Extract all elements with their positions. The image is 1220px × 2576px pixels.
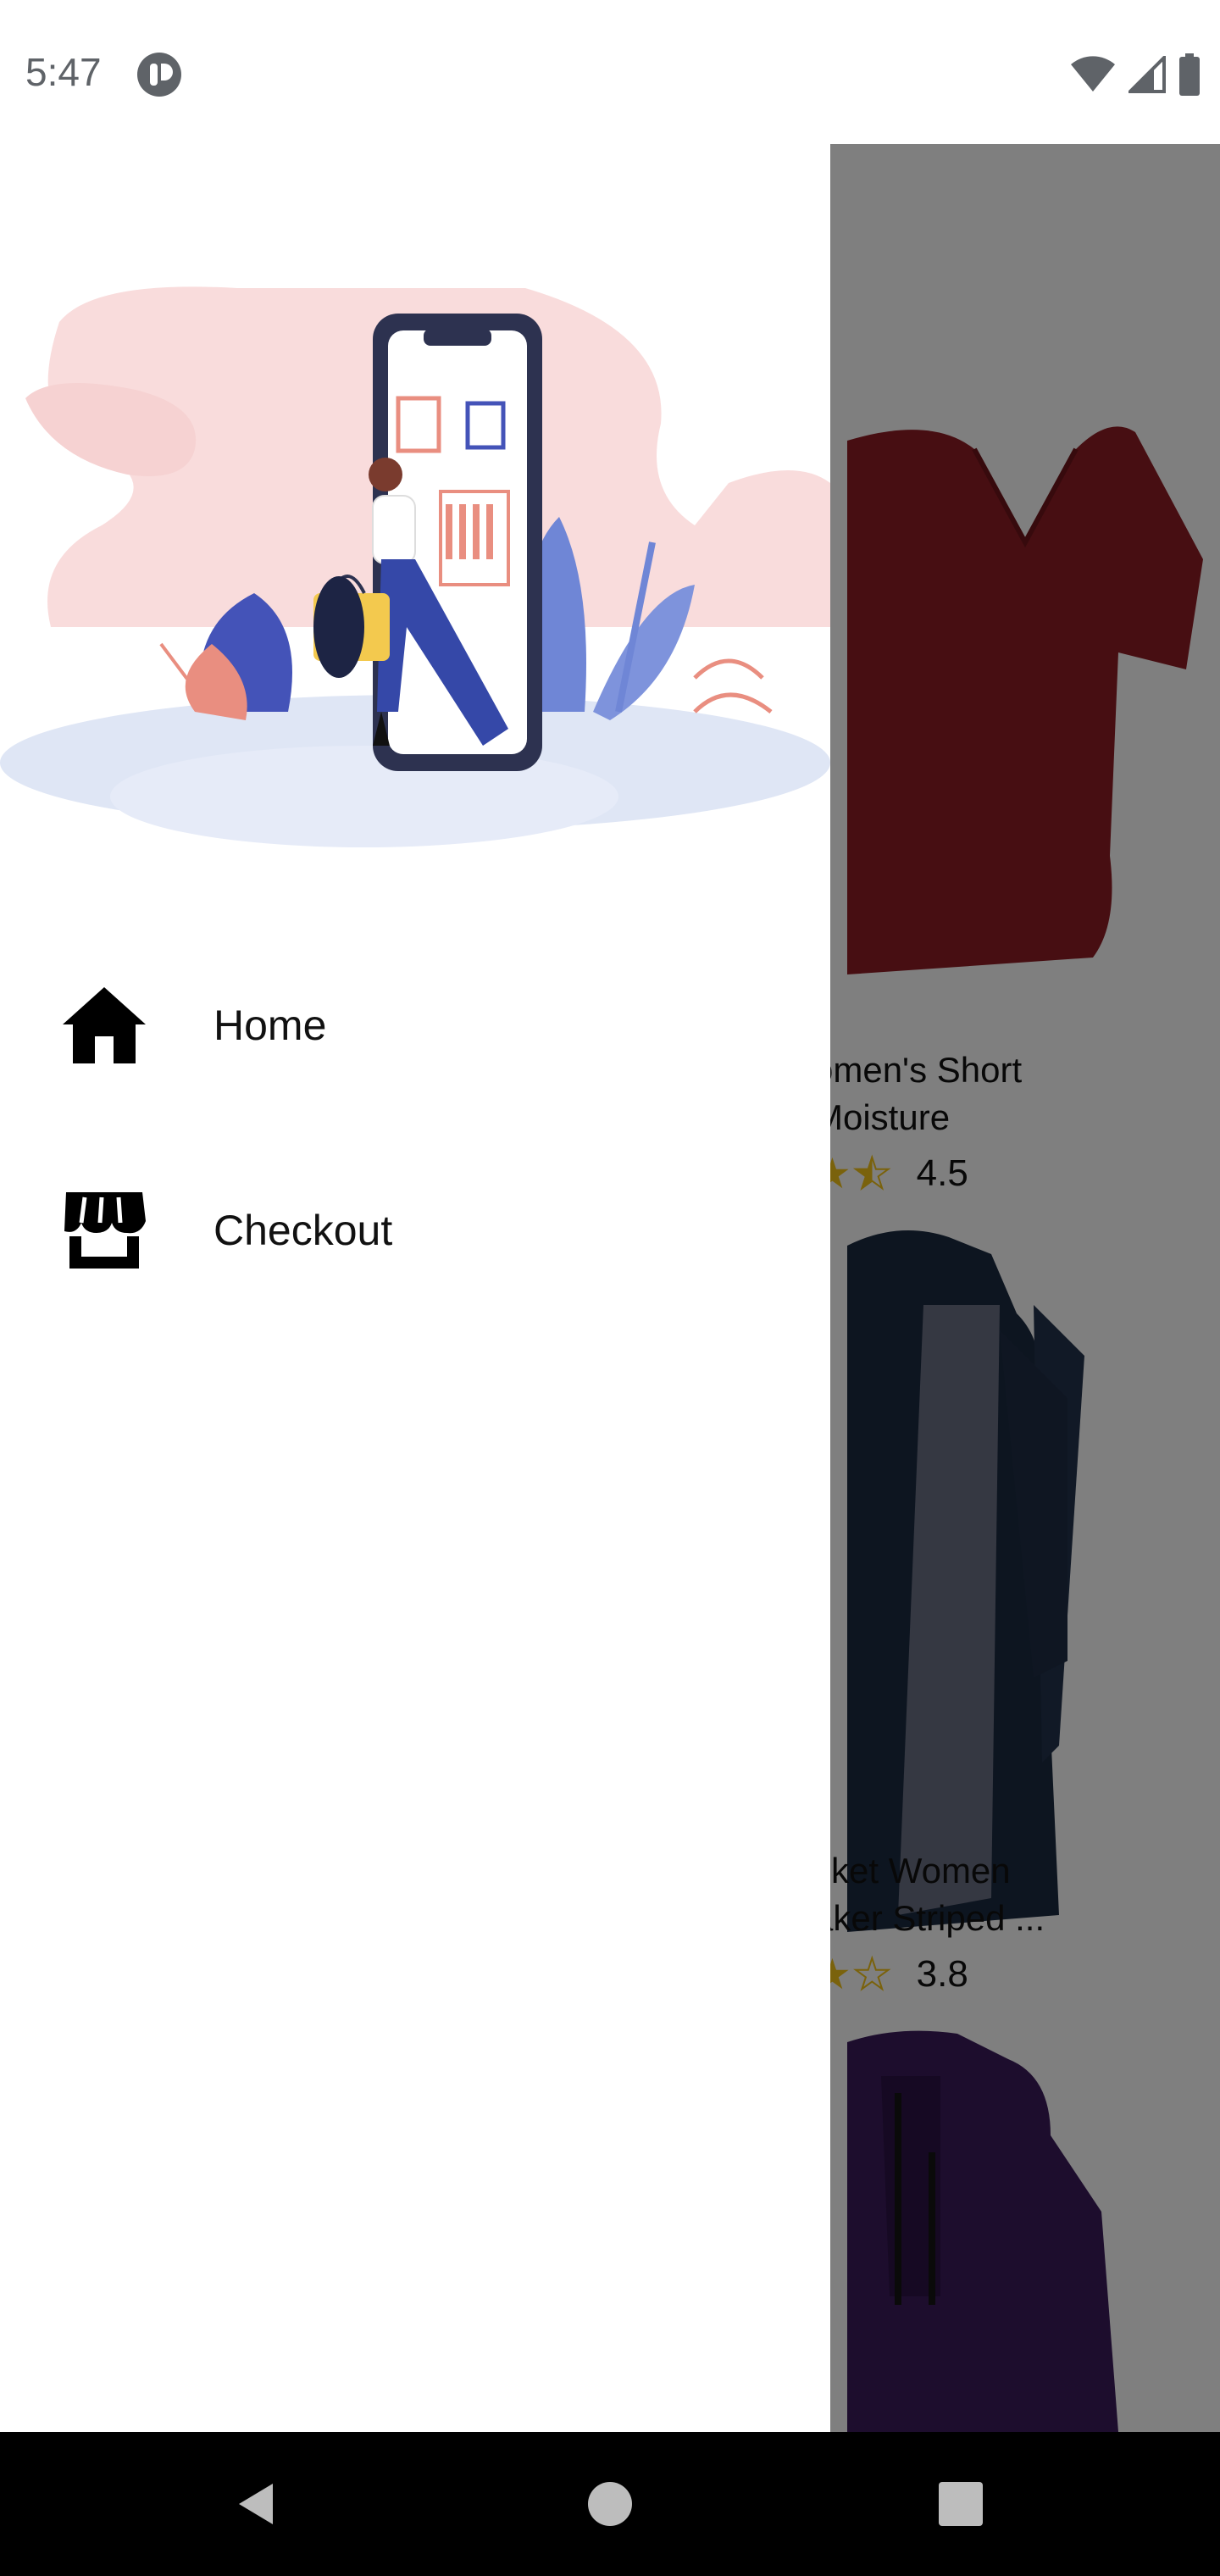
wifi-icon — [1071, 56, 1115, 92]
drawer-item-home[interactable]: Home — [0, 941, 830, 1110]
storefront-icon — [64, 1192, 146, 1269]
status-bar: 5:47 — [0, 0, 1220, 144]
recents-button[interactable] — [935, 2479, 986, 2529]
drawer-hero-illustration — [0, 286, 830, 847]
system-navigation-bar — [0, 2432, 1220, 2576]
drawer-item-checkout[interactable]: Checkout — [0, 1146, 830, 1315]
back-button[interactable] — [230, 2479, 281, 2529]
status-time: 5:47 — [25, 50, 102, 94]
app-notification-icon — [137, 53, 181, 97]
battery-icon — [1179, 53, 1200, 96]
status-icons — [1069, 51, 1201, 98]
cellular-signal-icon — [1128, 56, 1166, 93]
home-icon — [63, 987, 146, 1063]
navigation-drawer: Home Checkout — [0, 144, 830, 2432]
drawer-item-label: Home — [214, 1002, 327, 1049]
home-button[interactable] — [585, 2479, 635, 2529]
drawer-item-label: Checkout — [214, 1207, 393, 1254]
